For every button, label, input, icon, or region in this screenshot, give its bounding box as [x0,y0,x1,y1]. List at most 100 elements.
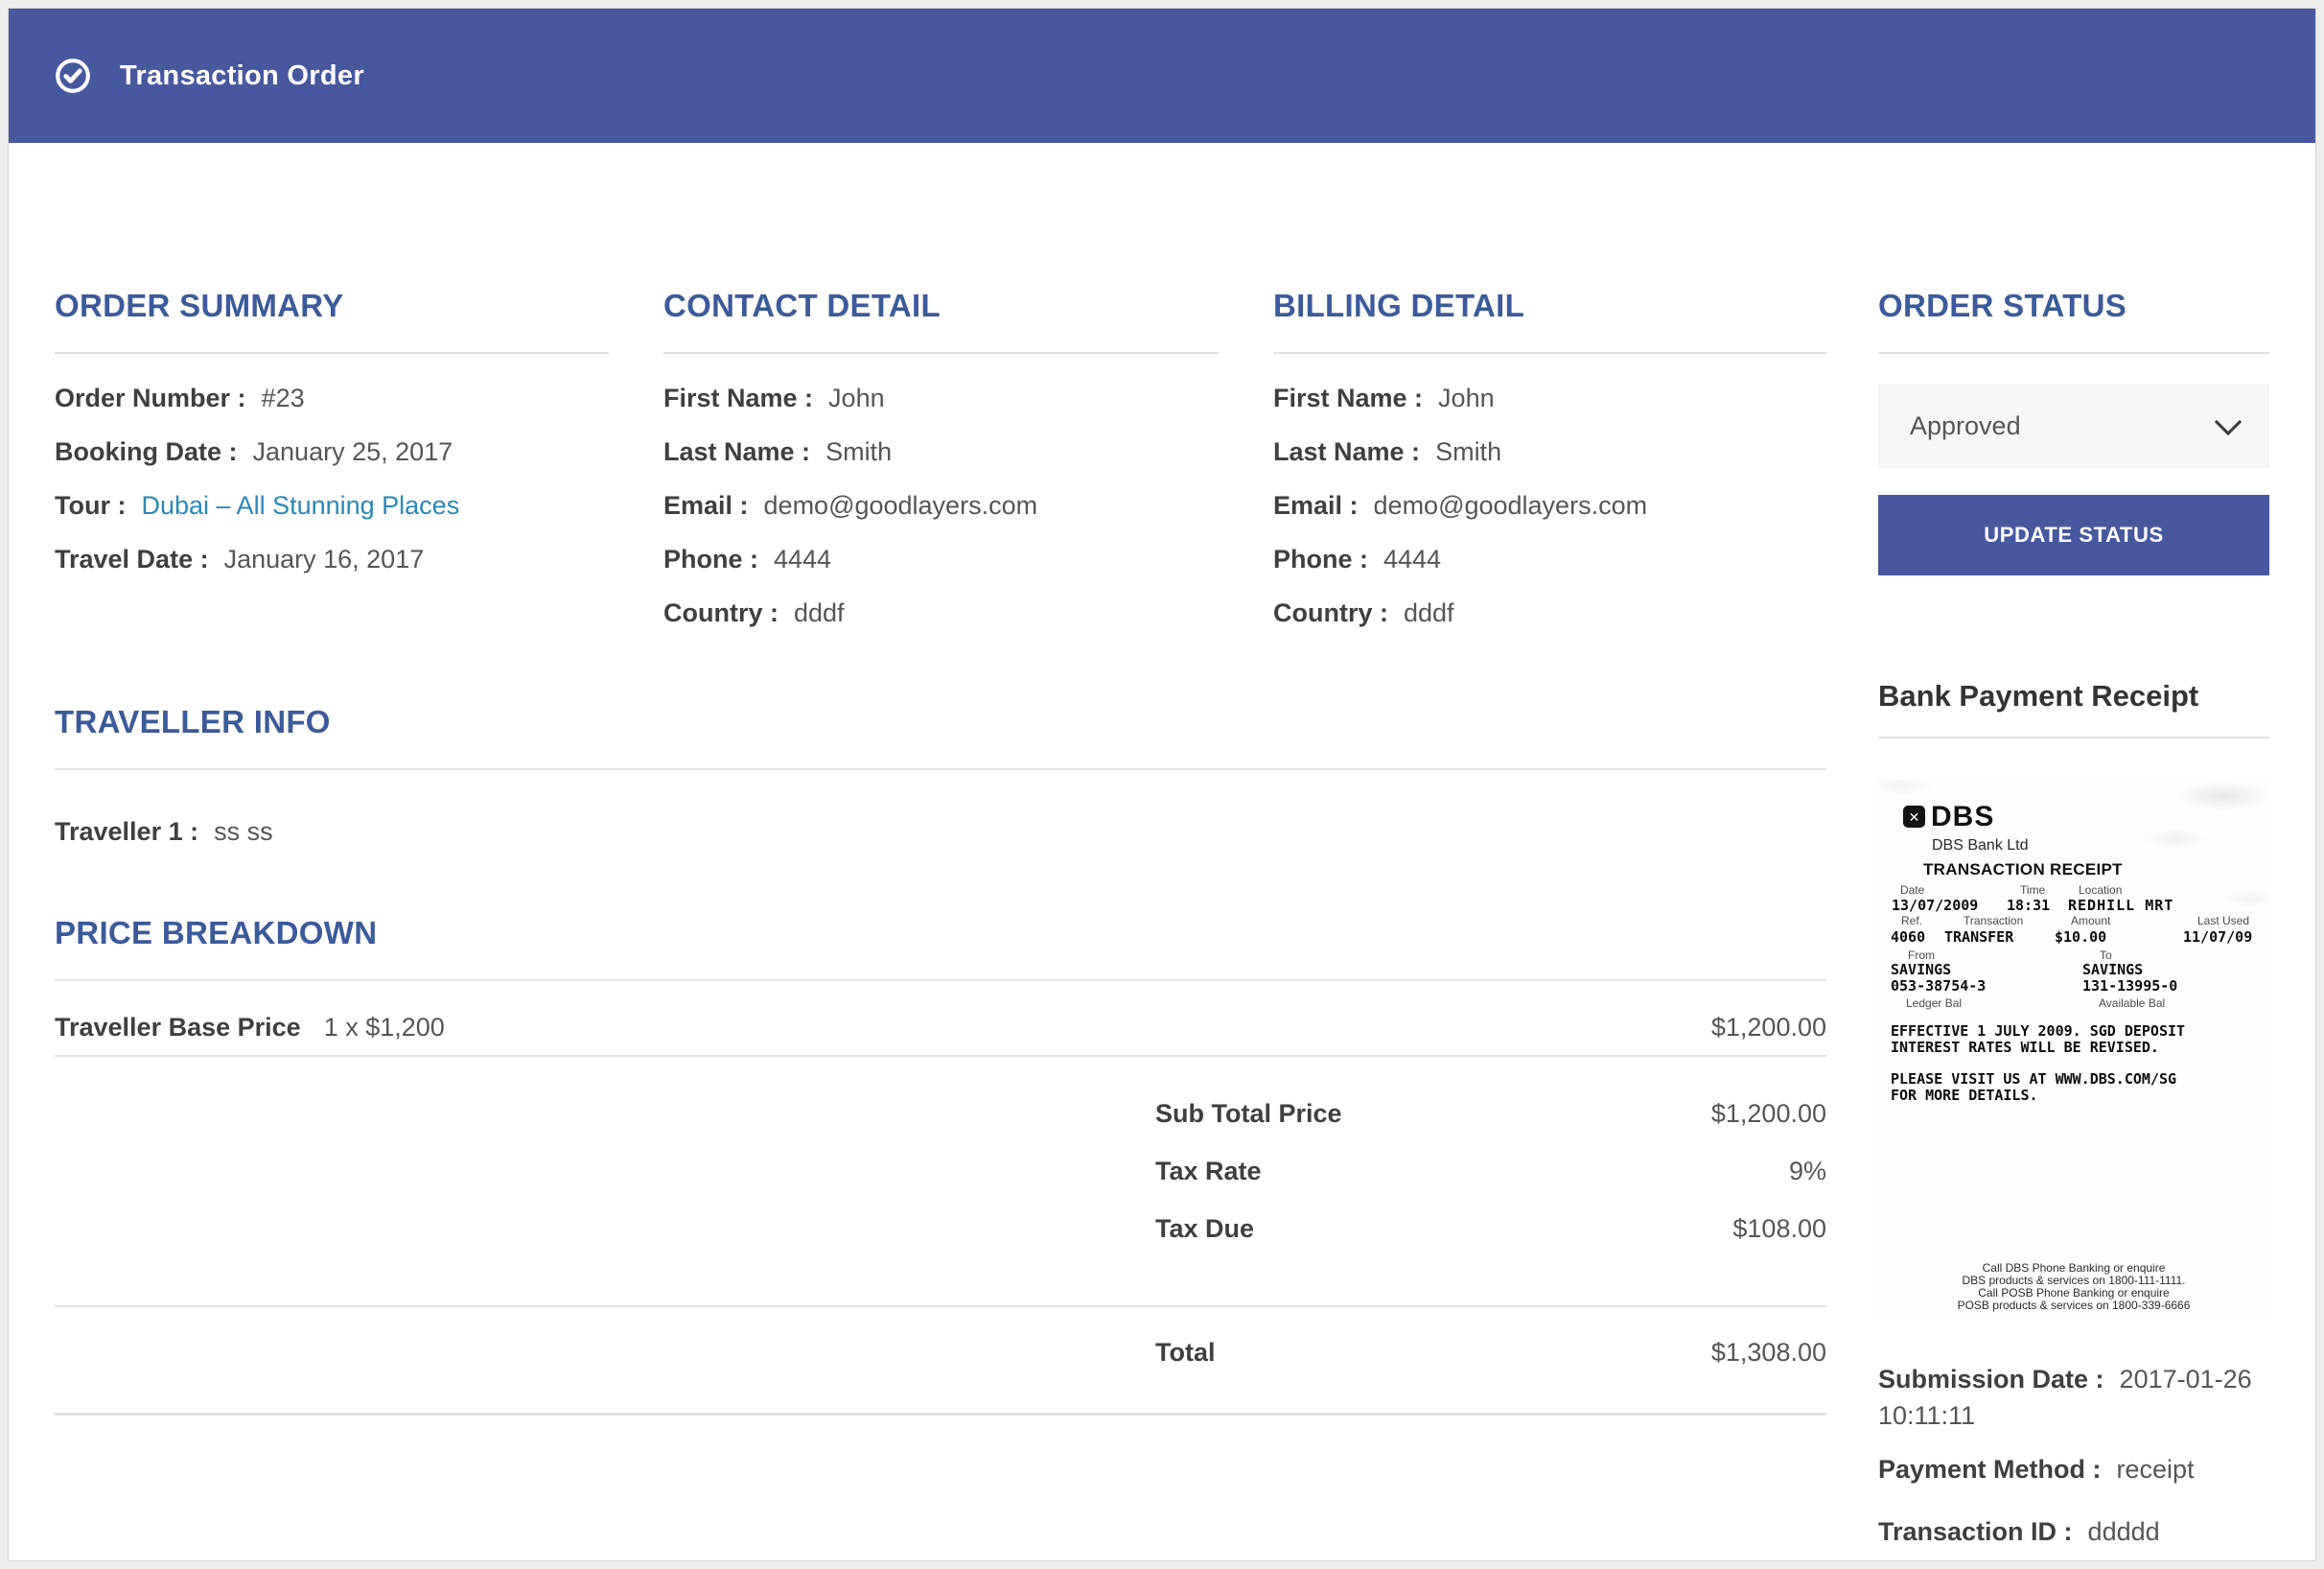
receipt-to-type: SAVINGS [2082,961,2143,978]
tour-row: Tour : Dubai – All Stunning Places [55,479,609,532]
billing-detail-heading: BILLING DETAIL [1273,287,1826,325]
billing-last-name-label: Last Name : [1273,437,1420,466]
bank-receipt-image: ✕ DBS DBS Bank Ltd TRANSACTION RECEIPT D… [1878,780,2269,1321]
billing-first-name-label: First Name : [1273,384,1423,412]
total-value: $1,308.00 [1711,1323,1826,1381]
order-number-label: Order Number : [55,384,246,412]
divider [55,1305,1826,1307]
payment-method-row: Payment Method : receipt [1878,1442,2269,1496]
receipt-date-header: Date [1900,883,1924,897]
receipt-last-used-value: 11/07/09 [2183,928,2252,946]
price-breakdown-heading: PRICE BREAKDOWN [55,914,1826,952]
billing-last-name-value: Smith [1435,437,1501,466]
receipt-last-used-header: Last Used [2197,914,2249,927]
receipt-notice-line: PLEASE VISIT US AT WWW.DBS.COM/SG [1891,1071,2176,1088]
traveller-info-section: TRAVELLER INFO Traveller 1 : ss ss [55,703,1826,858]
receipt-footer: Call DBS Phone Banking or enquire DBS pr… [1878,1262,2269,1312]
tax-rate-row: Tax Rate 9% [1155,1142,1826,1200]
bank-payment-receipt-heading: Bank Payment Receipt [1878,675,2269,717]
chevron-down-icon [2215,408,2242,434]
divider [1878,737,2269,738]
booking-date-row: Booking Date :January 25, 2017 [55,425,609,479]
contact-first-name-label: First Name : [663,384,813,412]
contact-country-value: dddf [794,598,845,627]
divider [1273,352,1826,354]
tax-due-row: Tax Due $108.00 [1155,1200,1826,1257]
receipt-notice-line: INTEREST RATES WILL BE REVISED. [1891,1040,2159,1056]
billing-country-row: Country :dddf [1273,586,1826,640]
receipt-transaction-value: TRANSFER [1944,928,2013,946]
tour-label: Tour : [55,491,126,520]
receipt-location-value: REDHILL MRT [2068,897,2173,914]
billing-first-name-value: John [1438,384,1495,412]
order-status-heading: ORDER STATUS [1878,287,2269,325]
transaction-id-row: Transaction ID :ddddd [1878,1505,2269,1558]
base-price-amount: $1,200.00 [1711,1000,1826,1054]
receipt-from-header: From [1908,948,1935,962]
order-number-value: #23 [262,384,305,412]
contact-first-name-value: John [828,384,885,412]
booking-date-label: Booking Date : [55,437,238,466]
submission-date-label: Submission Date : [1878,1365,2104,1393]
receipt-location-header: Location [2079,883,2122,897]
billing-country-value: dddf [1404,598,1454,627]
divider [55,768,1826,770]
subtotal-label: Sub Total Price [1155,1085,1342,1142]
traveller-value: ss ss [214,817,273,846]
billing-phone-label: Phone : [1273,545,1368,574]
travel-date-label: Travel Date : [55,545,209,574]
divider [55,979,1826,981]
receipt-to-account: 131-13995-0 [2082,977,2177,995]
subtotal-value: $1,200.00 [1711,1085,1826,1142]
dbs-logo-text: DBS [1931,805,1994,830]
divider [55,1413,1826,1416]
billing-first-name-row: First Name : John [1273,371,1826,425]
main-column: ORDER SUMMARY Order Number :#23 Booking … [55,287,1826,1558]
billing-email-value: demo@goodlayers.com [1374,491,1648,520]
billing-last-name-row: Last Name : Smith [1273,425,1826,479]
divider [55,352,609,354]
divider [663,352,1219,354]
order-status-select[interactable]: Approved [1878,385,2269,468]
payment-method-label: Payment Method : [1878,1455,2102,1484]
tour-link[interactable]: Dubai – All Stunning Places [141,491,459,520]
receipt-time-value: 18:31 [2007,897,2050,914]
traveller-row: Traveller 1 : ss ss [55,805,1826,858]
page-title: Transaction Order [120,60,364,92]
contact-phone-row: Phone :4444 [663,532,1219,586]
subtotal-row: Sub Total Price $1,200.00 [1155,1085,1826,1142]
base-price-label: Traveller Base Price [55,1000,301,1054]
receipt-available-bal-header: Available Bal [2099,996,2165,1010]
receipt-from-account: 053-38754-3 [1891,977,1986,995]
tax-due-value: $108.00 [1732,1200,1826,1257]
receipt-amount-value: $10.00 [2055,928,2106,946]
billing-email-row: Email :demo@goodlayers.com [1273,479,1826,532]
receipt-ref-value: 4060 [1891,928,1925,946]
billing-detail-section: BILLING DETAIL First Name : John Last Nam… [1273,287,1826,640]
contact-email-label: Email : [663,491,749,520]
tax-rate-label: Tax Rate [1155,1142,1262,1200]
transaction-id-label: Transaction ID : [1878,1517,2073,1546]
contact-first-name-row: First Name : John [663,371,1219,425]
contact-email-value: demo@goodlayers.com [764,491,1038,520]
base-price-row: Traveller Base Price 1 x $1,200 $1,200.0… [55,1000,1826,1054]
traveller-label: Traveller 1 : [55,817,198,846]
order-summary-section: ORDER SUMMARY Order Number :#23 Booking … [55,287,609,640]
order-number-row: Order Number : #23 [55,371,609,425]
transaction-order-card: Transaction Order ORDER SUMMARY Order Nu… [8,8,2316,1561]
receipt-time-header: Time [2020,883,2045,897]
total-row: Total $1,308.00 [1155,1323,1826,1381]
receipt-transaction-header: Transaction [1964,914,2023,927]
submission-date-row: Submission Date :2017-01-26 10:11:11 [1878,1361,2269,1434]
travel-date-row: Travel Date :January 16, 2017 [55,532,609,586]
update-status-button[interactable]: UPDATE STATUS [1878,495,2269,575]
contact-last-name-value: Smith [825,437,892,466]
receipt-ref-header: Ref. [1901,914,1922,927]
contact-phone-label: Phone : [663,545,758,574]
contact-email-row: Email : demo@goodlayers.com [663,479,1219,532]
payment-method-value: receipt [2117,1455,2195,1484]
billing-phone-row: Phone :4444 [1273,532,1826,586]
check-circle-icon [55,58,91,94]
traveller-info-heading: TRAVELLER INFO [55,703,1826,741]
receipt-ledger-bal-header: Ledger Bal [1906,996,1962,1010]
